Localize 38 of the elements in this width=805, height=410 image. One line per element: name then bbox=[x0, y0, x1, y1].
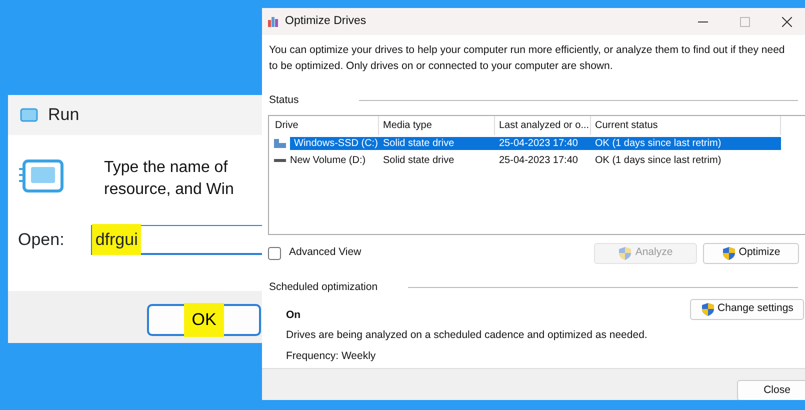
table-cell-text: 25-04-2023 17:40 bbox=[498, 137, 579, 150]
shield-icon bbox=[618, 246, 632, 261]
prompt-text: resource, and Win bbox=[104, 180, 234, 200]
window-title: Optimize Drives bbox=[285, 14, 366, 29]
section-heading: Status bbox=[269, 93, 299, 108]
column-header[interactable]: Drive bbox=[269, 116, 379, 135]
close-icon[interactable] bbox=[782, 16, 792, 26]
open-label: Open: bbox=[18, 229, 66, 252]
column-header[interactable]: Media type bbox=[379, 116, 495, 135]
advanced-view-checkbox[interactable] bbox=[268, 246, 281, 260]
ok-button[interactable]: OK bbox=[147, 304, 261, 336]
drive-icon bbox=[274, 139, 286, 148]
section-heading: Scheduled optimization bbox=[269, 280, 378, 295]
prompt-text: Type the name of bbox=[104, 158, 229, 178]
table-cell-text: Solid state drive bbox=[382, 137, 456, 150]
description-text: You can optimize your drives to help your computer run more efficiently, or analyze them to find out if they need to be optimized. Only drives on or connected to your computer are shown. bbox=[268, 43, 786, 74]
table-cell-text: Solid state drive bbox=[382, 154, 456, 168]
table-cell-text: 25-04-2023 17:40 bbox=[498, 154, 579, 168]
shield-icon bbox=[722, 246, 736, 261]
close-button[interactable]: Close bbox=[737, 380, 805, 400]
table-cell-text: OK (1 days since last retrim) bbox=[594, 154, 722, 168]
action-button[interactable]: Optimize bbox=[703, 242, 799, 264]
run-icon bbox=[18, 157, 64, 195]
table-cell-text: OK (1 days since last retrim) bbox=[594, 137, 722, 150]
table-cell[interactable]: New Volume (D:) bbox=[290, 154, 366, 168]
run-icon bbox=[20, 108, 38, 122]
open-field[interactable]: dfrgui bbox=[91, 225, 262, 255]
column-header[interactable]: Last analyzed or o... bbox=[495, 116, 591, 135]
schedule-description: Drives are being analyzed on a scheduled cadence and optimized as needed. bbox=[286, 328, 648, 344]
frequency-text: Frequency: Weekly bbox=[286, 349, 377, 364]
column-header[interactable]: Current status bbox=[591, 116, 781, 135]
dialog-title: Run bbox=[48, 104, 80, 126]
checkbox-label: Advanced View bbox=[289, 245, 362, 260]
app-icon bbox=[267, 16, 279, 28]
schedule-state: On bbox=[286, 308, 302, 322]
shield-icon bbox=[700, 302, 715, 316]
change-settings-button[interactable]: Change settings bbox=[690, 298, 804, 320]
table-cell[interactable]: Windows-SSD (C:) bbox=[290, 137, 382, 150]
